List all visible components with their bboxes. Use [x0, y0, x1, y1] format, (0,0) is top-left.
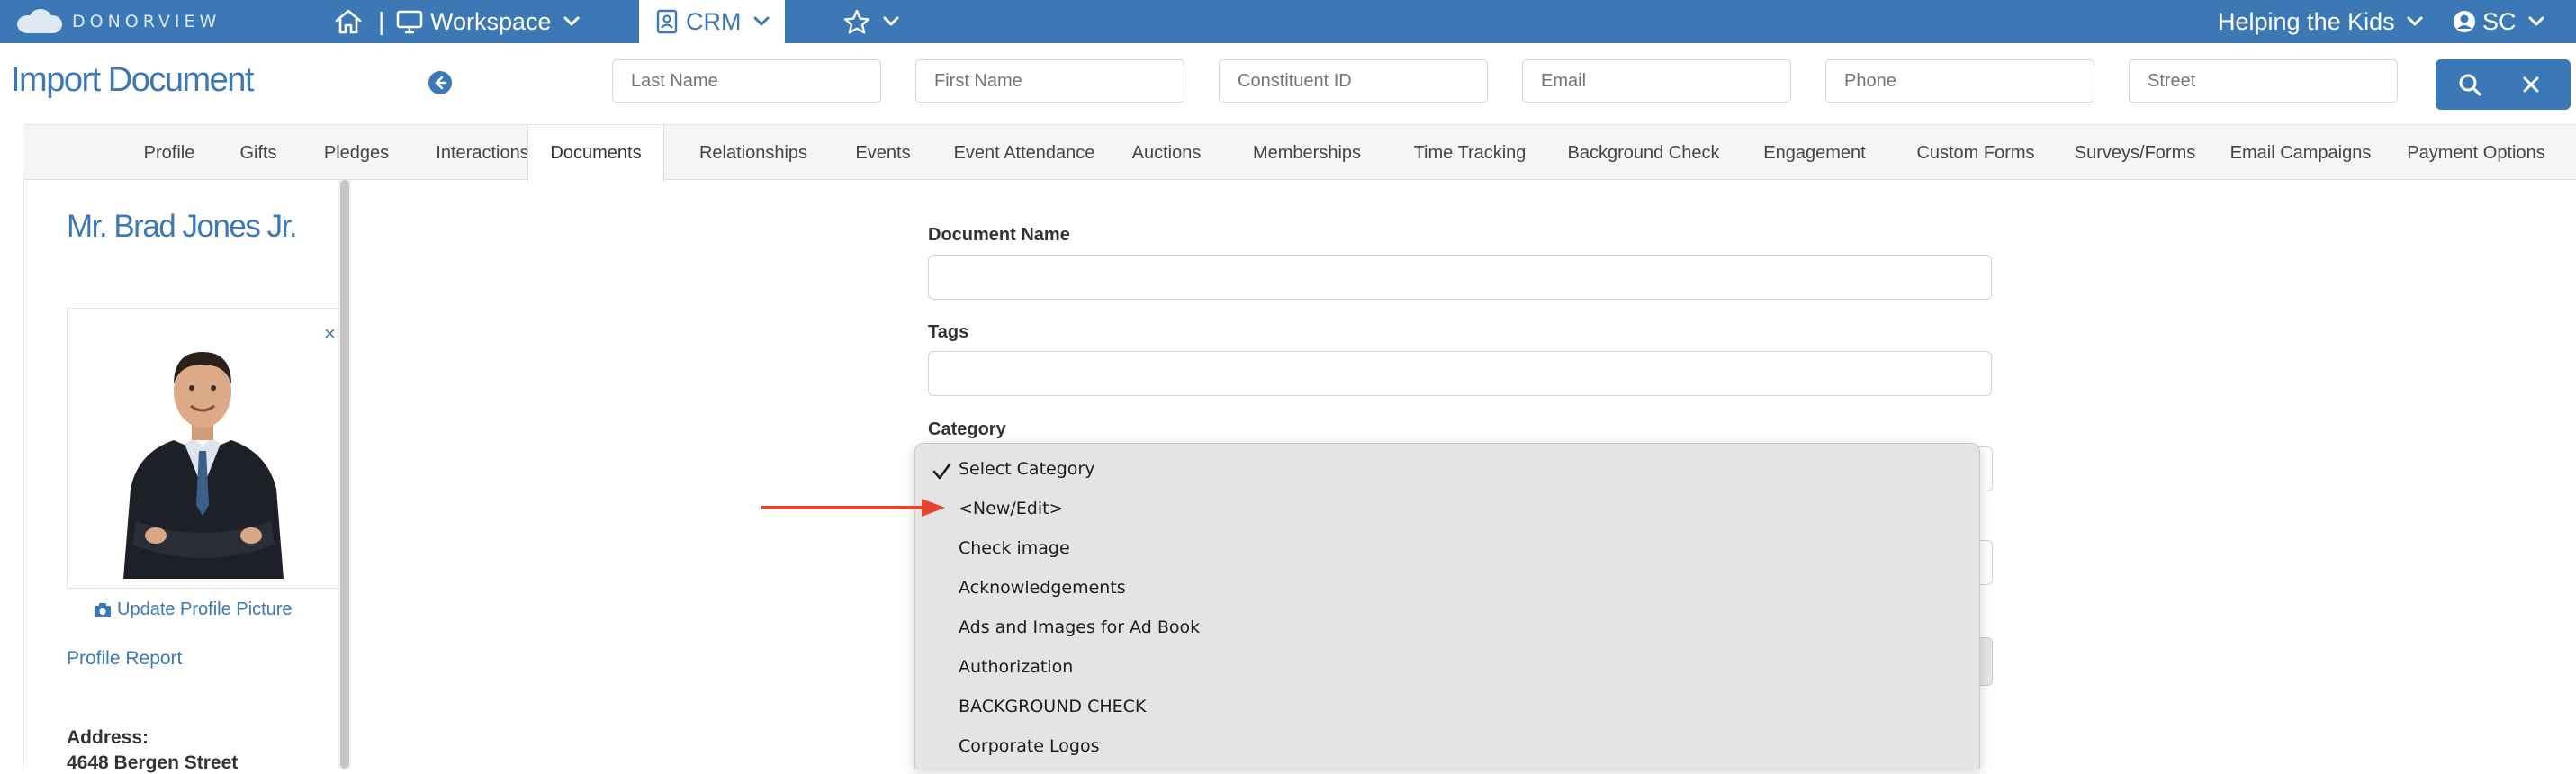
crm-tab-bar: Profile Gifts Pledges Interactions Docum… [23, 124, 2576, 182]
logo-cloud-icon [17, 9, 62, 33]
category-option-select-category[interactable]: Select Category [959, 449, 1094, 489]
camera-icon [95, 602, 111, 617]
home-button[interactable] [333, 7, 365, 36]
organization-label: Helping the Kids [2218, 7, 2395, 35]
category-option-new-edit[interactable]: <New/Edit> [959, 489, 1063, 528]
tab-custom-forms[interactable]: Custom Forms [1890, 125, 2061, 181]
category-option-corporate-logos[interactable]: Corporate Logos [959, 726, 1099, 766]
chevron-down-icon [563, 16, 580, 26]
category-option-ads-and-images[interactable]: Ads and Images for Ad Book [959, 608, 1200, 647]
donorview-logo[interactable]: DONORVIEW [16, 8, 221, 35]
tab-auctions[interactable]: Auctions [1103, 125, 1229, 181]
constituent-name: Mr. Brad Jones Jr. [67, 209, 298, 244]
profile-report-link[interactable]: Profile Report [67, 648, 182, 670]
crm-menu[interactable]: CRM [639, 0, 785, 43]
tab-relationships[interactable]: Relationships [668, 125, 839, 181]
contact-card-icon [656, 9, 678, 34]
tab-time-tracking[interactable]: Time Tracking [1384, 125, 1555, 181]
sidebar-scrollbar[interactable] [338, 180, 351, 769]
arrow-left-circle-icon [435, 76, 447, 90]
address-line: 4648 Bergen Street [67, 752, 239, 773]
street-search-input[interactable] [2129, 59, 2398, 103]
last-name-search-input[interactable] [612, 59, 881, 103]
back-button[interactable] [428, 71, 452, 94]
chevron-down-icon [753, 16, 769, 26]
nav-separator: | [378, 7, 385, 35]
close-icon[interactable] [2520, 74, 2542, 95]
search-actions [2436, 59, 2571, 110]
annotation-arrow-icon [761, 499, 945, 517]
crm-label: CRM [686, 7, 742, 35]
email-search-input[interactable] [1522, 59, 1791, 103]
category-option-authorization[interactable]: Authorization [959, 647, 1073, 687]
tab-events[interactable]: Events [824, 125, 941, 181]
tab-surveys-forms[interactable]: Surveys/Forms [2045, 125, 2225, 181]
constituent-id-search-input[interactable] [1219, 59, 1488, 103]
category-dropdown-menu[interactable]: Select Category <New/Edit> Check image A… [914, 443, 1980, 769]
monitor-icon [396, 10, 423, 34]
tab-documents[interactable]: Documents [527, 125, 664, 182]
search-icon[interactable] [2457, 72, 2482, 97]
favorites-menu[interactable] [842, 5, 900, 38]
user-circle-icon [2454, 11, 2475, 32]
user-menu[interactable]: SC [2452, 5, 2545, 38]
document-name-input[interactable] [928, 255, 1992, 300]
page-title: Import Document [11, 61, 254, 99]
first-name-search-input[interactable] [915, 59, 1184, 103]
star-icon [843, 9, 870, 34]
workspace-menu[interactable]: Workspace [396, 5, 581, 38]
profile-photo-frame [67, 308, 338, 589]
tab-background-check[interactable]: Background Check [1536, 125, 1752, 181]
chevron-down-icon [2407, 16, 2423, 26]
document-name-label: Document Name [928, 225, 1070, 245]
category-option-background-check[interactable]: BACKGROUND CHECK [959, 687, 1146, 726]
tab-email-campaigns[interactable]: Email Campaigns [2211, 125, 2391, 181]
category-label: Category [928, 419, 1006, 439]
top-navigation-bar: DONORVIEW | Workspace CRM Helping the Ki… [0, 0, 2576, 43]
update-profile-picture-label: Update Profile Picture [117, 599, 293, 619]
update-profile-picture-link[interactable]: Update Profile Picture [94, 599, 293, 620]
address-label: Address: [67, 727, 149, 748]
tags-input[interactable] [928, 351, 1992, 396]
category-option-check-image[interactable]: Check image [959, 528, 1070, 568]
tab-event-attendance[interactable]: Event Attendance [934, 125, 1114, 181]
chevron-down-icon [2528, 16, 2544, 26]
tab-payment-options[interactable]: Payment Options [2382, 125, 2571, 181]
home-icon [335, 9, 362, 34]
remove-photo-button[interactable]: × [324, 322, 336, 346]
tags-label: Tags [928, 322, 969, 342]
scrollbar-thumb[interactable] [340, 180, 349, 769]
organization-menu[interactable]: Helping the Kids [2218, 5, 2424, 38]
phone-search-input[interactable] [1825, 59, 2094, 103]
chevron-down-icon [883, 16, 899, 26]
user-initials: SC [2482, 7, 2517, 35]
checkmark-icon [932, 463, 951, 480]
logo-text: DONORVIEW [72, 12, 221, 32]
tab-memberships[interactable]: Memberships [1226, 125, 1388, 181]
profile-photo [123, 352, 284, 579]
tab-engagement[interactable]: Engagement [1734, 125, 1896, 181]
workspace-label: Workspace [430, 7, 552, 35]
category-option-acknowledgements[interactable]: Acknowledgements [959, 568, 1126, 608]
